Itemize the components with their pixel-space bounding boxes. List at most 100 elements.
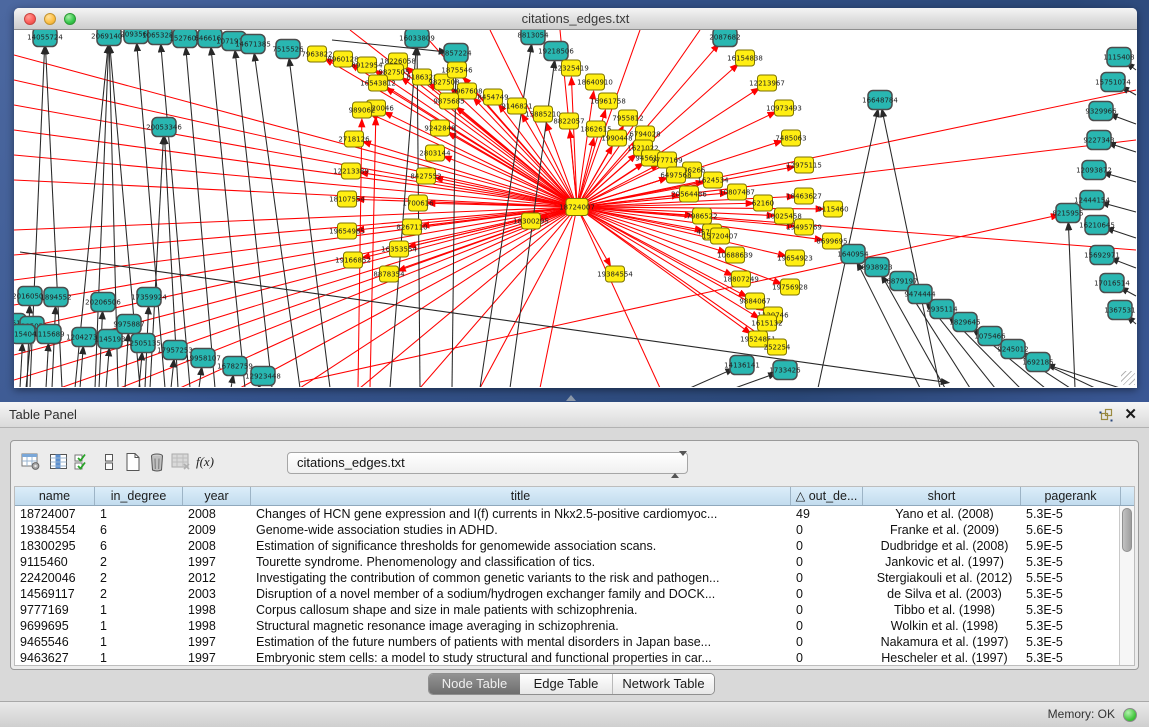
graph-node-label: 12213389	[333, 168, 369, 176]
table-cell: 9465546	[15, 634, 95, 650]
graph-edge	[289, 59, 330, 387]
column-header-name[interactable]: name	[15, 487, 95, 505]
table-select-combobox[interactable]: citations_edges.txt	[287, 452, 688, 474]
graph-node-label: 9827508	[428, 79, 459, 87]
table-cell: Estimation of significance thresholds fo…	[251, 538, 791, 554]
table-row[interactable]: 911546021997Tourette syndrome. Phenomeno…	[15, 554, 1134, 570]
graph-edge	[300, 215, 1058, 382]
zoom-window-button[interactable]	[64, 13, 76, 25]
table-cell: Tibbo et al. (1998)	[863, 602, 1021, 618]
graph-edge	[80, 347, 83, 387]
tab-network-table[interactable]: Network Table	[613, 674, 714, 694]
minimize-window-button[interactable]	[44, 13, 56, 25]
column-visibility-icon[interactable]	[47, 450, 71, 474]
table-cell: 2	[95, 554, 183, 570]
graph-edge	[14, 105, 577, 207]
table-scrollbar[interactable]	[1119, 506, 1134, 665]
graph-node-label: 19654985	[329, 228, 365, 236]
graph-edge	[1106, 228, 1136, 238]
graph-edge	[1048, 365, 1120, 387]
graph-node-label: 19166852	[335, 257, 371, 265]
graph-edge	[235, 51, 272, 387]
table-cell: 2009	[183, 522, 251, 538]
table-cell: Franke et al. (2009)	[863, 522, 1021, 538]
table-cell: 1997	[183, 634, 251, 650]
table-scrollbar-thumb[interactable]	[1122, 508, 1132, 552]
table-row[interactable]: 1938455462009Genome-wide association stu…	[15, 522, 1134, 538]
graph-node-label: 8878354	[373, 271, 405, 279]
function-builder-icon[interactable]: f(x)	[193, 450, 217, 474]
table-row[interactable]: 946362711997Embryonic stem cells: a mode…	[15, 650, 1134, 666]
graph-node-label: 16033809	[399, 35, 435, 43]
graph-node-label: 9146821	[501, 103, 532, 111]
table-cell: 0	[791, 650, 863, 666]
close-panel-icon[interactable]: ✕	[1124, 405, 1137, 423]
graph-node-label: 12444154	[1074, 197, 1110, 205]
graph-edge	[46, 344, 48, 387]
close-window-button[interactable]	[24, 13, 36, 25]
graph-node-label: 12213967	[749, 80, 785, 88]
column-header-short[interactable]: short	[863, 487, 1021, 505]
graph-node-label: 14136141	[724, 362, 760, 370]
graph-node-label: 17957253	[157, 347, 193, 355]
combobox-stepper-icon[interactable]	[671, 456, 680, 470]
graph-node-label: 9474444	[904, 291, 936, 299]
table-cell: 0	[791, 602, 863, 618]
graph-node-label: 14671385	[235, 41, 271, 49]
graph-node-label: 1990448	[601, 135, 632, 143]
graph-node-label: 8813054	[517, 32, 549, 40]
table-settings-icon[interactable]	[19, 450, 43, 474]
graph-edge	[199, 368, 202, 387]
graph-node-label: 10807487	[719, 189, 755, 197]
table-row[interactable]: 2242004622012Investigating the contribut…	[15, 570, 1134, 586]
window-titlebar[interactable]: citations_edges.txt	[14, 8, 1137, 30]
table-panel-header: Table Panel ✕	[0, 402, 1149, 428]
table-row[interactable]: 1830029562008Estimation of significance …	[15, 538, 1134, 554]
graph-edge	[231, 376, 233, 387]
table-row[interactable]: 946554611997Estimation of the future num…	[15, 634, 1134, 650]
new-table-icon[interactable]	[121, 450, 145, 474]
graph-node-label: 1367531	[1104, 307, 1135, 315]
table-row[interactable]: 1872400712008Changes of HCN gene express…	[15, 506, 1134, 522]
graph-node-label: 18463627	[786, 193, 822, 201]
graph-node-label: 19495769	[786, 224, 822, 232]
column-header-year[interactable]: year	[183, 487, 251, 505]
column-header-pagerank[interactable]: pagerank	[1021, 487, 1121, 505]
table-row[interactable]: 969969511998Structural magnetic resonanc…	[15, 618, 1134, 634]
graph-node-label: 1145193	[94, 336, 125, 344]
network-view-window[interactable]: citations_edges.txt 14055724206914062093…	[14, 8, 1137, 388]
graph-node-label: 2935114	[926, 306, 958, 314]
table-row[interactable]: 1456911722003Disruption of a novel membe…	[15, 586, 1134, 602]
graph-node-label: 9242848	[424, 125, 455, 133]
rows-icon[interactable]	[97, 450, 121, 474]
window-resize-grip[interactable]	[1121, 371, 1135, 385]
graph-node-label: 1700616	[402, 200, 434, 208]
graph-edge	[52, 307, 56, 387]
table-cell: 1998	[183, 618, 251, 634]
memory-status-icon[interactable]	[1123, 708, 1137, 722]
graph-node-label: 18807249	[723, 276, 759, 284]
table-cell: 5.3E-5	[1021, 586, 1121, 602]
network-canvas[interactable]: 1405572420691406209356110653287152760264…	[14, 30, 1137, 387]
graph-node-label: 18107554	[329, 196, 365, 204]
graph-node-label: 9875685	[433, 98, 464, 106]
network-graph[interactable]: 1405572420691406209356110653287152760264…	[14, 30, 1137, 387]
table-cell: 9463627	[15, 650, 95, 666]
import-table-disabled-icon	[169, 450, 193, 474]
graph-node-label: 15751074	[1095, 79, 1131, 87]
graph-node-label: 8699695	[816, 238, 847, 246]
row-selection-icon[interactable]	[71, 450, 95, 474]
divider-handle[interactable]	[566, 395, 576, 401]
table-row[interactable]: 977716911998Corpus callosum shape and si…	[15, 602, 1134, 618]
tab-edge-table[interactable]: Edge Table	[520, 674, 612, 694]
delete-table-icon[interactable]	[145, 450, 169, 474]
column-header-title[interactable]: title	[251, 487, 791, 505]
column-header-out_degree[interactable]: △ out_de...	[791, 487, 863, 505]
graph-node-label: 20564486	[671, 191, 707, 199]
graph-node-label: 1615132	[751, 320, 782, 328]
column-header-in_degree[interactable]: in_degree	[95, 487, 183, 505]
float-panel-icon[interactable]	[1099, 408, 1113, 422]
graph-node-label: 1894552	[40, 294, 71, 302]
graph-node-label: 1624534	[697, 177, 729, 185]
tab-node-table[interactable]: Node Table	[429, 674, 520, 694]
